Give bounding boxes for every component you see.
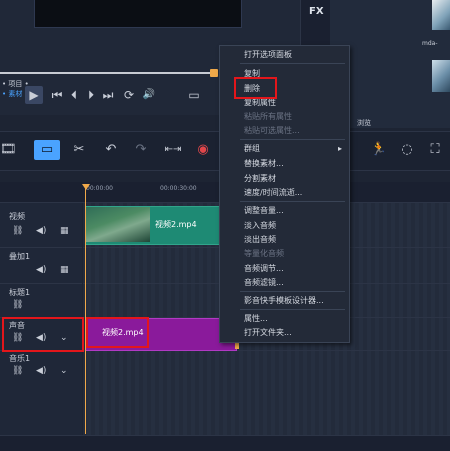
menu-item-adjust-volume[interactable]: 调整音量... (244, 204, 284, 217)
repeat-icon[interactable]: ⟳ (122, 86, 136, 104)
motion-tracking-icon[interactable]: 🏃 (370, 140, 388, 160)
library-thumbnail[interactable] (432, 0, 450, 30)
timeline-view-icon[interactable]: ▭ (34, 140, 60, 160)
menu-item-audio-adjust[interactable]: 音频调节... (244, 262, 284, 275)
menu-item-open-options[interactable]: 打开选项面板 (244, 48, 292, 61)
menu-separator (240, 309, 345, 310)
menu-separator (240, 291, 345, 292)
video-clip-thumbnail (86, 207, 150, 242)
menu-separator (240, 63, 345, 64)
chevron-down-icon[interactable]: ⌄ (60, 366, 68, 376)
aspect-ratio-icon[interactable]: ▭ (186, 86, 202, 104)
link-icon[interactable]: ⛓ (12, 366, 23, 376)
menu-item-normalize-audio: 等量化音频 (244, 249, 284, 258)
link-icon[interactable]: ⛓ (12, 226, 23, 236)
ruler-tick-label: 00:00:30:00 (160, 185, 197, 192)
playhead[interactable] (85, 184, 86, 434)
menu-item-open-folder[interactable]: 打开文件夹... (244, 326, 292, 339)
menu-item-speed[interactable]: 速度/时间流逝... (244, 186, 302, 199)
context-menu: 打开选项面板 复制 删除 复制属性 粘贴所有属性 粘贴可选属性... 群组 ▸ … (219, 45, 350, 343)
menu-item-group[interactable]: 群组 (244, 142, 260, 155)
undo-icon[interactable]: ↶ (102, 140, 120, 160)
grid-icon[interactable]: ▦ (60, 265, 69, 275)
speaker-icon[interactable]: ◀) (36, 265, 46, 275)
next-icon[interactable]: ⏭ (101, 86, 115, 104)
menu-separator (240, 139, 345, 140)
tools-icon[interactable]: ✂ (70, 140, 88, 160)
scrub-bar[interactable] (0, 72, 216, 74)
fit-timeline-icon[interactable]: ⇤⇥ (160, 140, 186, 160)
library-thumbnail[interactable] (432, 60, 450, 92)
menu-item-properties[interactable]: 属性... (244, 312, 268, 325)
grid-icon[interactable]: ▦ (60, 226, 69, 236)
link-icon[interactable]: ⛓ (12, 300, 23, 310)
menu-item-template-designer[interactable]: 影音快手模板设计器... (244, 294, 324, 307)
step-forward-icon[interactable]: ⏵ (84, 86, 98, 104)
mask-icon[interactable]: ◌ (398, 140, 416, 160)
preview-screen (34, 0, 242, 28)
fx-tab[interactable]: FX (309, 6, 324, 17)
menu-item-fade-out[interactable]: 淡出音频 (244, 233, 276, 246)
redo-icon[interactable]: ↷ (132, 140, 150, 160)
browse-button[interactable]: 浏览 (357, 118, 371, 128)
highlight-box (86, 317, 149, 348)
ruler-tick-label: 00:00:00 (86, 185, 113, 192)
menu-item-fade-in[interactable]: 淡入音频 (244, 219, 276, 232)
step-back-icon[interactable]: ⏴ (67, 86, 81, 104)
video-clip-label: 视频2.mp4 (155, 220, 197, 229)
track-lane[interactable] (83, 351, 450, 436)
trim-marker[interactable] (210, 69, 218, 77)
menu-item-replace-clip[interactable]: 替换素材... (244, 157, 284, 170)
highlight-box (2, 317, 84, 352)
track-name: 音乐1 (9, 354, 31, 363)
menu-separator (240, 201, 345, 202)
prev-icon[interactable]: ⏮ (50, 86, 64, 104)
status-bar (0, 435, 450, 451)
speaker-icon[interactable]: ◀) (36, 366, 46, 376)
play-icon[interactable]: ▶ (25, 86, 43, 104)
track-name: 叠加1 (9, 252, 31, 261)
menu-item-audio-filter[interactable]: 音频滤镜... (244, 276, 284, 289)
thumbnail-label: mda- (422, 40, 438, 47)
submenu-arrow-icon: ▸ (338, 144, 343, 153)
record-icon[interactable]: ◉ (194, 140, 212, 160)
playhead-handle[interactable] (82, 184, 90, 190)
menu-item-paste-all-attributes: 粘贴所有属性 (244, 112, 292, 121)
crop-icon[interactable]: ⛶ (426, 140, 444, 160)
storyboard-view-icon[interactable]: 🎞 (0, 140, 17, 160)
speaker-icon[interactable]: ◀) (36, 226, 46, 236)
track-name: 视频 (9, 212, 25, 221)
highlight-box (234, 77, 277, 99)
track-name: 标题1 (9, 288, 31, 297)
menu-item-paste-selected-attributes: 粘贴可选属性... (244, 126, 300, 135)
volume-icon[interactable]: 🔊 (141, 86, 157, 104)
menu-item-split-clip[interactable]: 分割素材 (244, 172, 276, 185)
